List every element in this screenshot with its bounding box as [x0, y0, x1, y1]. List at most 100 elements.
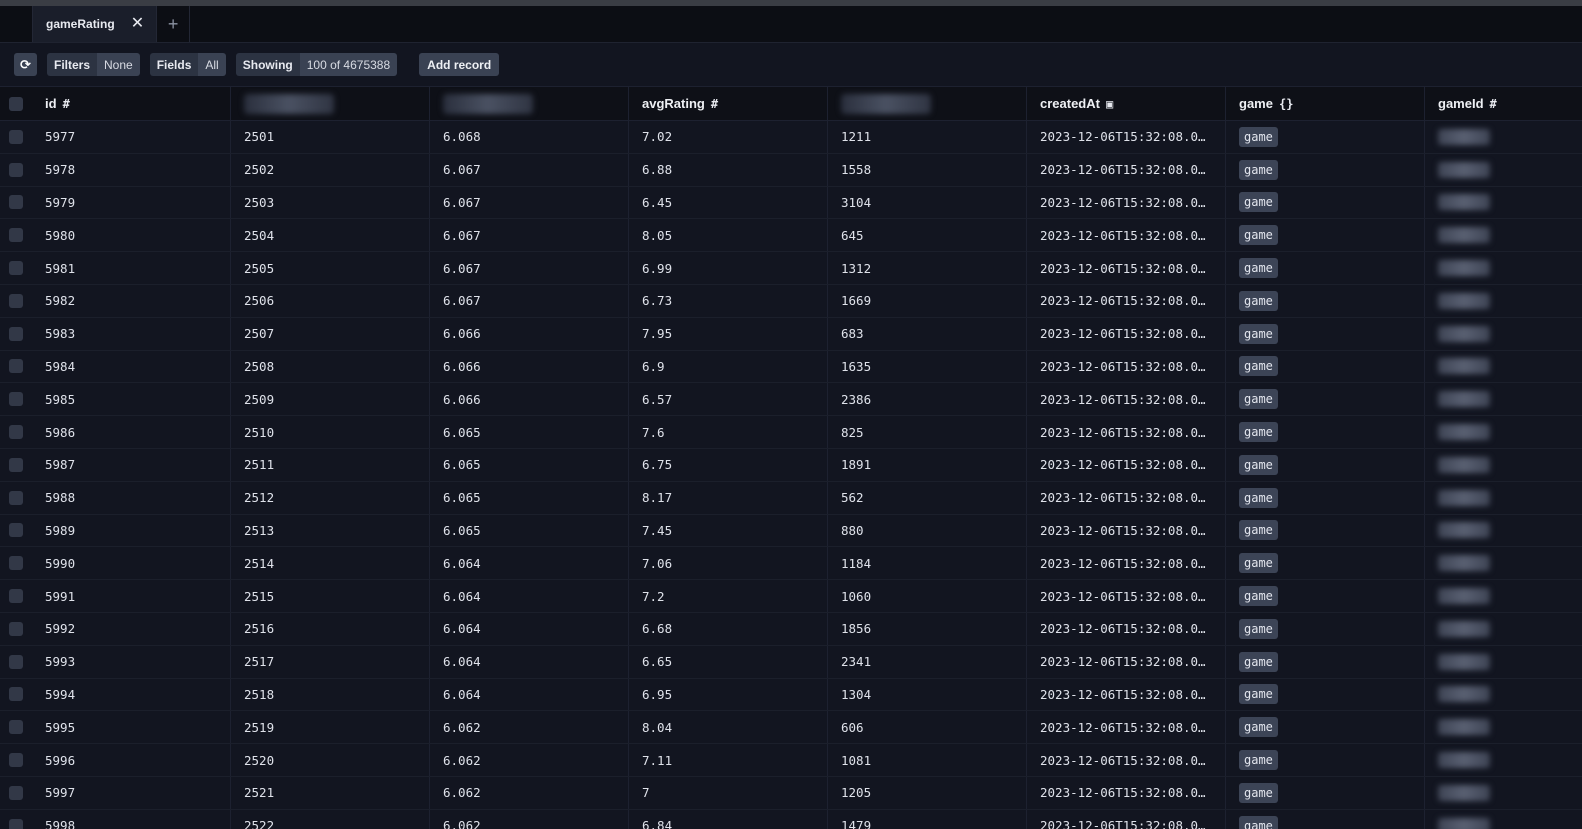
- row-checkbox[interactable]: [9, 621, 23, 636]
- cell-gameid[interactable]: [1425, 416, 1575, 448]
- row-checkbox[interactable]: [9, 654, 23, 669]
- cell-gameid[interactable]: [1425, 121, 1575, 153]
- table-row[interactable]: 5985 2509 6.066 6.57 2386 2023-12-06T15:32:08…: [0, 383, 1582, 417]
- cell-createdat[interactable]: 2023-12-06T15:32:08.0…: [1027, 645, 1226, 678]
- cell-createdat[interactable]: 2023-12-06T15:32:08.0…: [1027, 580, 1226, 612]
- game-relation-badge[interactable]: game: [1239, 290, 1278, 311]
- close-icon[interactable]: ✕: [131, 16, 144, 32]
- game-relation-badge[interactable]: game: [1239, 192, 1278, 213]
- game-relation-badge[interactable]: game: [1239, 159, 1278, 180]
- table-row[interactable]: 5986 2510 6.065 7.6 825 2023-12-06T15:32:08.0…: [0, 416, 1582, 449]
- cell-id[interactable]: 5982: [32, 284, 231, 317]
- column-header-createdAt[interactable]: createdAt ▣: [1027, 87, 1226, 120]
- cell-gameid[interactable]: [1425, 351, 1575, 383]
- cell-avgrating[interactable]: 8.04: [629, 711, 828, 744]
- cell-col2[interactable]: 2519: [231, 711, 430, 744]
- cell-col5[interactable]: 645: [828, 219, 1027, 252]
- column-header-avgRating[interactable]: avgRating #: [629, 87, 828, 120]
- column-header-id[interactable]: id #: [32, 87, 231, 120]
- cell-id[interactable]: 5995: [32, 711, 231, 744]
- cell-createdat[interactable]: 2023-12-06T15:32:08.0…: [1027, 121, 1226, 153]
- cell-col3[interactable]: 6.067: [430, 219, 629, 252]
- cell-col3[interactable]: 6.066: [430, 383, 629, 416]
- fields-button[interactable]: Fields All: [149, 53, 226, 76]
- cell-col2[interactable]: 2504: [231, 219, 430, 252]
- cell-gameid[interactable]: [1425, 449, 1575, 481]
- add-tab-button[interactable]: +: [157, 6, 191, 42]
- cell-col5[interactable]: 1856: [828, 612, 1027, 645]
- cell-gameid[interactable]: [1425, 679, 1575, 711]
- game-relation-badge[interactable]: game: [1239, 422, 1278, 443]
- cell-createdat[interactable]: 2023-12-06T15:32:08.0…: [1027, 153, 1226, 186]
- cell-col3[interactable]: 6.062: [430, 809, 629, 829]
- cell-col2[interactable]: 2512: [231, 481, 430, 514]
- cell-createdat[interactable]: 2023-12-06T15:32:08.0…: [1027, 317, 1226, 350]
- cell-avgrating[interactable]: 7.11: [629, 744, 828, 776]
- row-checkbox[interactable]: [9, 785, 23, 800]
- row-checkbox[interactable]: [9, 228, 23, 243]
- cell-avgrating[interactable]: 8.05: [629, 219, 828, 252]
- cell-col5[interactable]: 1558: [828, 153, 1027, 186]
- game-relation-badge[interactable]: game: [1239, 717, 1278, 738]
- cell-id[interactable]: 5977: [32, 121, 231, 153]
- cell-avgrating[interactable]: 7.6: [629, 416, 828, 448]
- game-relation-badge[interactable]: game: [1239, 750, 1278, 771]
- table-row[interactable]: 5992 2516 6.064 6.68 1856 2023-12-06T15:32:08…: [0, 612, 1582, 646]
- row-checkbox[interactable]: [9, 359, 23, 374]
- cell-col2[interactable]: 2521: [231, 776, 430, 809]
- row-checkbox[interactable]: [9, 687, 23, 702]
- table-row[interactable]: 5989 2513 6.065 7.45 880 2023-12-06T15:32:08.…: [0, 514, 1582, 548]
- cell-createdat[interactable]: 2023-12-06T15:32:08.0…: [1027, 252, 1226, 284]
- filters-button[interactable]: Filters None: [47, 53, 140, 76]
- cell-id[interactable]: 5988: [32, 481, 231, 514]
- game-relation-badge[interactable]: game: [1239, 618, 1278, 639]
- cell-col5[interactable]: 1211: [828, 121, 1027, 153]
- cell-gameid[interactable]: [1425, 219, 1575, 251]
- cell-col5[interactable]: 2386: [828, 383, 1027, 416]
- cell-col2[interactable]: 2515: [231, 580, 430, 612]
- cell-id[interactable]: 5994: [32, 678, 231, 711]
- cell-id[interactable]: 5983: [32, 317, 231, 350]
- cell-col5[interactable]: 3104: [828, 186, 1027, 219]
- cell-col2[interactable]: 2518: [231, 678, 430, 711]
- cell-col3[interactable]: 6.064: [430, 547, 629, 580]
- row-checkbox[interactable]: [9, 293, 23, 308]
- cell-createdat[interactable]: 2023-12-06T15:32:08.0…: [1027, 514, 1226, 547]
- cell-createdat[interactable]: 2023-12-06T15:32:08.0…: [1027, 678, 1226, 711]
- cell-createdat[interactable]: 2023-12-06T15:32:08.0…: [1027, 383, 1226, 416]
- cell-avgrating[interactable]: 7.02: [629, 121, 828, 153]
- cell-id[interactable]: 5990: [32, 547, 231, 580]
- table-row[interactable]: 5998 2522 6.062 6.84 1479 2023-12-06T15:32:08…: [0, 809, 1582, 829]
- tab-gamerating[interactable]: gameRating ✕: [32, 6, 158, 42]
- cell-col3[interactable]: 6.064: [430, 678, 629, 711]
- cell-col3[interactable]: 6.067: [430, 252, 629, 284]
- cell-avgrating[interactable]: 6.45: [629, 186, 828, 219]
- cell-col2[interactable]: 2516: [231, 612, 430, 645]
- cell-id[interactable]: 5985: [32, 383, 231, 416]
- table-row[interactable]: 5994 2518 6.064 6.95 1304 2023-12-06T15:32:08…: [0, 678, 1582, 712]
- cell-col5[interactable]: 683: [828, 317, 1027, 350]
- cell-createdat[interactable]: 2023-12-06T15:32:08.0…: [1027, 350, 1226, 383]
- cell-col3[interactable]: 6.067: [430, 284, 629, 317]
- cell-id[interactable]: 5986: [32, 416, 231, 448]
- cell-col2[interactable]: 2520: [231, 744, 430, 776]
- cell-col2[interactable]: 2508: [231, 350, 430, 383]
- game-relation-badge[interactable]: game: [1239, 586, 1278, 607]
- cell-avgrating[interactable]: 6.73: [629, 284, 828, 317]
- cell-col2[interactable]: 2505: [231, 252, 430, 284]
- cell-col5[interactable]: 1060: [828, 580, 1027, 612]
- cell-id[interactable]: 5980: [32, 219, 231, 252]
- table-row[interactable]: 5997 2521 6.062 7 1205 2023-12-06T15:32:08.0……: [0, 776, 1582, 810]
- cell-avgrating[interactable]: 6.84: [629, 809, 828, 829]
- cell-col2[interactable]: 2506: [231, 284, 430, 317]
- cell-col3[interactable]: 6.065: [430, 481, 629, 514]
- cell-col2[interactable]: 2503: [231, 186, 430, 219]
- cell-gameid[interactable]: [1425, 646, 1575, 678]
- cell-col2[interactable]: 2514: [231, 547, 430, 580]
- cell-col5[interactable]: 1081: [828, 744, 1027, 776]
- column-header-hidden-4[interactable]: [828, 87, 1027, 120]
- row-checkbox[interactable]: [9, 589, 23, 604]
- cell-avgrating[interactable]: 6.57: [629, 383, 828, 416]
- game-relation-badge[interactable]: game: [1239, 782, 1278, 803]
- table-row[interactable]: 5995 2519 6.062 8.04 606 2023-12-06T15:32:08.…: [0, 711, 1582, 745]
